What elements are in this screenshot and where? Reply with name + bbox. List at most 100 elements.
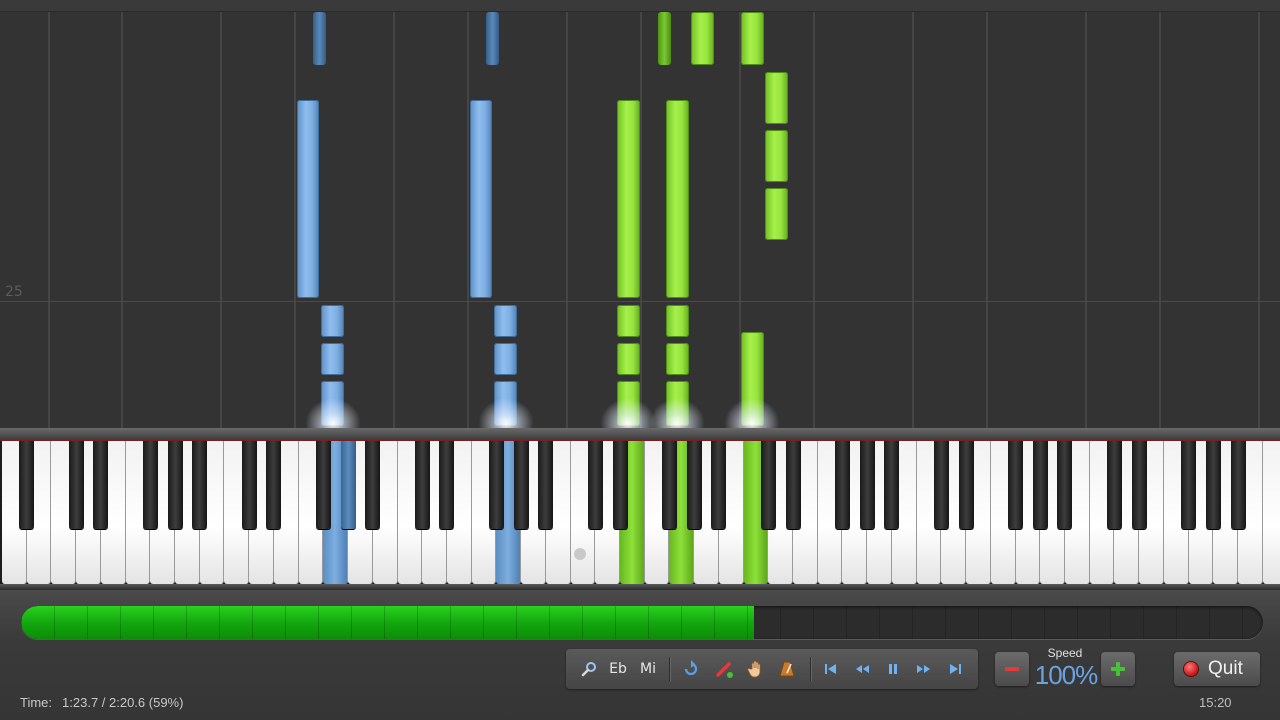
octave-line (393, 12, 395, 428)
black-key[interactable] (859, 441, 875, 529)
black-key[interactable] (192, 441, 208, 529)
note-bar (666, 381, 689, 426)
note-names-button[interactable]: Mi (636, 658, 660, 680)
keyboard-rail (0, 428, 1280, 441)
note-bar (617, 305, 640, 337)
note-bar (658, 12, 671, 65)
quit-button[interactable]: Quit (1174, 652, 1260, 686)
octave-line (813, 12, 815, 428)
note-bar (297, 100, 319, 298)
note-bar (494, 381, 517, 426)
measure-number: 25 (5, 284, 23, 300)
black-key[interactable] (884, 441, 900, 529)
speed-value: 100% (1034, 660, 1099, 690)
song-progress-bar[interactable] (21, 606, 1263, 639)
octave-line (640, 12, 642, 428)
pause-icon[interactable] (882, 658, 904, 680)
note-bar (691, 12, 714, 65)
black-key[interactable] (711, 441, 727, 529)
black-key[interactable] (241, 441, 257, 529)
note-bar (617, 381, 640, 426)
note-bar (666, 100, 689, 298)
note-bar (765, 72, 788, 124)
note-bar (666, 305, 689, 337)
loop-icon[interactable] (680, 658, 702, 680)
black-key[interactable] (538, 441, 554, 529)
search-icon[interactable] (578, 658, 600, 680)
metronome-icon[interactable] (776, 658, 798, 680)
octave-line (912, 12, 914, 428)
black-key[interactable] (142, 441, 158, 529)
note-bar (666, 343, 689, 375)
speed-increase-button[interactable] (1101, 652, 1135, 686)
black-key[interactable] (661, 441, 677, 529)
black-key[interactable] (19, 441, 35, 529)
middle-c-marker (574, 548, 586, 560)
speed-label: Speed (1047, 646, 1083, 660)
octave-line (1258, 12, 1260, 428)
skip-end-icon[interactable] (944, 658, 966, 680)
piano-roll: 25 (0, 0, 1280, 428)
note-bar (321, 381, 344, 426)
time-status: Time: 1:23.7 / 2:20.6 (59%) (20, 695, 183, 710)
note-bar (741, 12, 764, 65)
octave-line (220, 12, 222, 428)
black-key[interactable] (1057, 441, 1073, 529)
black-key[interactable] (1181, 441, 1197, 529)
black-key[interactable] (834, 441, 850, 529)
black-key[interactable] (513, 441, 529, 529)
skip-start-icon[interactable] (820, 658, 842, 680)
note-bar (765, 130, 788, 182)
black-key[interactable] (1131, 441, 1147, 529)
rewind-icon[interactable] (851, 658, 873, 680)
measure-line (0, 301, 1280, 302)
speed-decrease-button[interactable] (995, 652, 1029, 686)
quit-label: Quit (1208, 658, 1243, 679)
note-bar (470, 100, 492, 298)
black-key[interactable] (686, 441, 702, 529)
black-key[interactable] (785, 441, 801, 529)
note-bar (494, 343, 517, 375)
black-key[interactable] (1205, 441, 1221, 529)
white-key[interactable] (1262, 441, 1280, 584)
octave-line (48, 12, 50, 428)
black-key[interactable] (488, 441, 504, 529)
playback-toolbar: Eb Mi (566, 649, 978, 689)
black-key[interactable] (1230, 441, 1246, 529)
black-key[interactable] (612, 441, 628, 529)
black-key[interactable] (365, 441, 381, 529)
black-key[interactable] (1032, 441, 1048, 529)
hand-icon[interactable] (745, 658, 767, 680)
note-bar (617, 100, 640, 298)
fast-forward-icon[interactable] (913, 658, 935, 680)
black-key[interactable] (933, 441, 949, 529)
pencil-icon[interactable] (713, 658, 735, 680)
octave-line (1085, 12, 1087, 428)
toolbar-separator (669, 657, 670, 681)
note-bar (321, 305, 344, 337)
key-signature-button[interactable]: Eb (606, 658, 630, 680)
black-key[interactable] (760, 441, 776, 529)
quit-icon (1184, 662, 1198, 676)
black-key[interactable] (167, 441, 183, 529)
note-bar (313, 12, 326, 65)
octave-line (294, 12, 296, 428)
black-key[interactable] (68, 441, 84, 529)
note-bar (617, 343, 640, 375)
black-key[interactable] (340, 441, 356, 529)
note-bar (494, 305, 517, 337)
black-key[interactable] (587, 441, 603, 529)
black-key[interactable] (958, 441, 974, 529)
black-key[interactable] (414, 441, 430, 529)
note-bar (765, 188, 788, 240)
black-key[interactable] (266, 441, 282, 529)
black-key[interactable] (315, 441, 331, 529)
octave-line (121, 12, 123, 428)
black-key[interactable] (93, 441, 109, 529)
octave-line (566, 12, 568, 428)
black-key[interactable] (1106, 441, 1122, 529)
octave-line (1159, 12, 1161, 428)
black-key[interactable] (439, 441, 455, 529)
octave-line (986, 12, 988, 428)
black-key[interactable] (1008, 441, 1024, 529)
